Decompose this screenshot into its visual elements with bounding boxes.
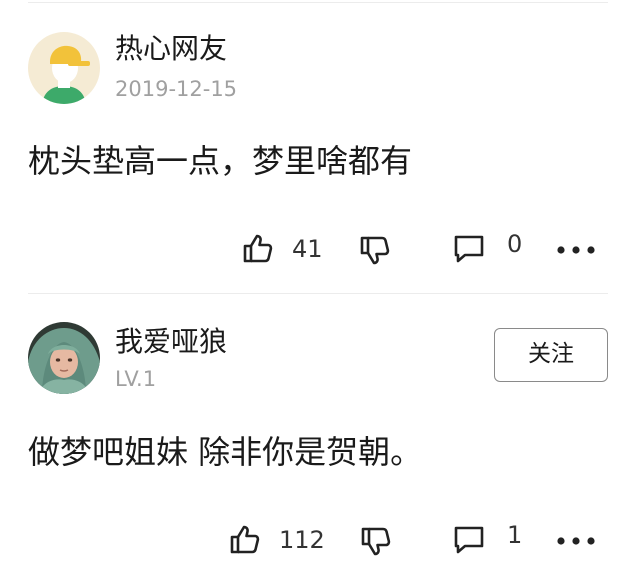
- like-thumbs-up-icon[interactable]: [229, 523, 261, 555]
- top-divider: [28, 2, 608, 3]
- comment-text: 做梦吧姐妹 除非你是贺朝。: [28, 433, 423, 471]
- avatar[interactable]: [28, 32, 100, 104]
- user-level: LV.1: [115, 367, 157, 391]
- follow-button[interactable]: 关注: [494, 328, 608, 382]
- like-count: 41: [292, 235, 323, 263]
- reply-comment-icon[interactable]: [453, 233, 485, 265]
- user-photo-avatar-icon: [28, 322, 100, 394]
- more-dots-icon[interactable]: [556, 244, 596, 256]
- comment-date: 2019-12-15: [115, 77, 238, 101]
- reply-count: 0: [507, 230, 523, 258]
- more-dots-icon[interactable]: [556, 535, 596, 547]
- username[interactable]: 我爱哑狼: [115, 325, 227, 359]
- like-thumbs-up-icon[interactable]: [242, 232, 274, 264]
- comment-divider: [28, 293, 608, 294]
- reply-count: 1: [507, 521, 523, 549]
- dislike-thumbs-down-icon[interactable]: [360, 526, 392, 558]
- reply-comment-icon[interactable]: [453, 524, 485, 556]
- comment-text: 枕头垫高一点，梦里啥都有: [28, 142, 413, 180]
- username[interactable]: 热心网友: [115, 32, 227, 66]
- like-count: 112: [279, 526, 325, 554]
- avatar[interactable]: [28, 322, 100, 394]
- default-user-avatar-icon: [28, 32, 100, 104]
- dislike-thumbs-down-icon[interactable]: [359, 235, 391, 267]
